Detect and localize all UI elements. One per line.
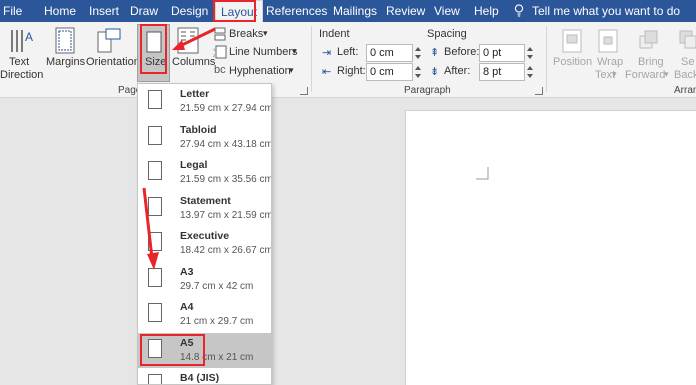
arrowhead-icon <box>147 252 159 270</box>
arrow-to-a3-icon <box>142 187 154 259</box>
arrow-to-size-icon <box>179 27 216 48</box>
annotation-arrows <box>142 27 216 270</box>
arrowhead-icon <box>172 40 185 50</box>
